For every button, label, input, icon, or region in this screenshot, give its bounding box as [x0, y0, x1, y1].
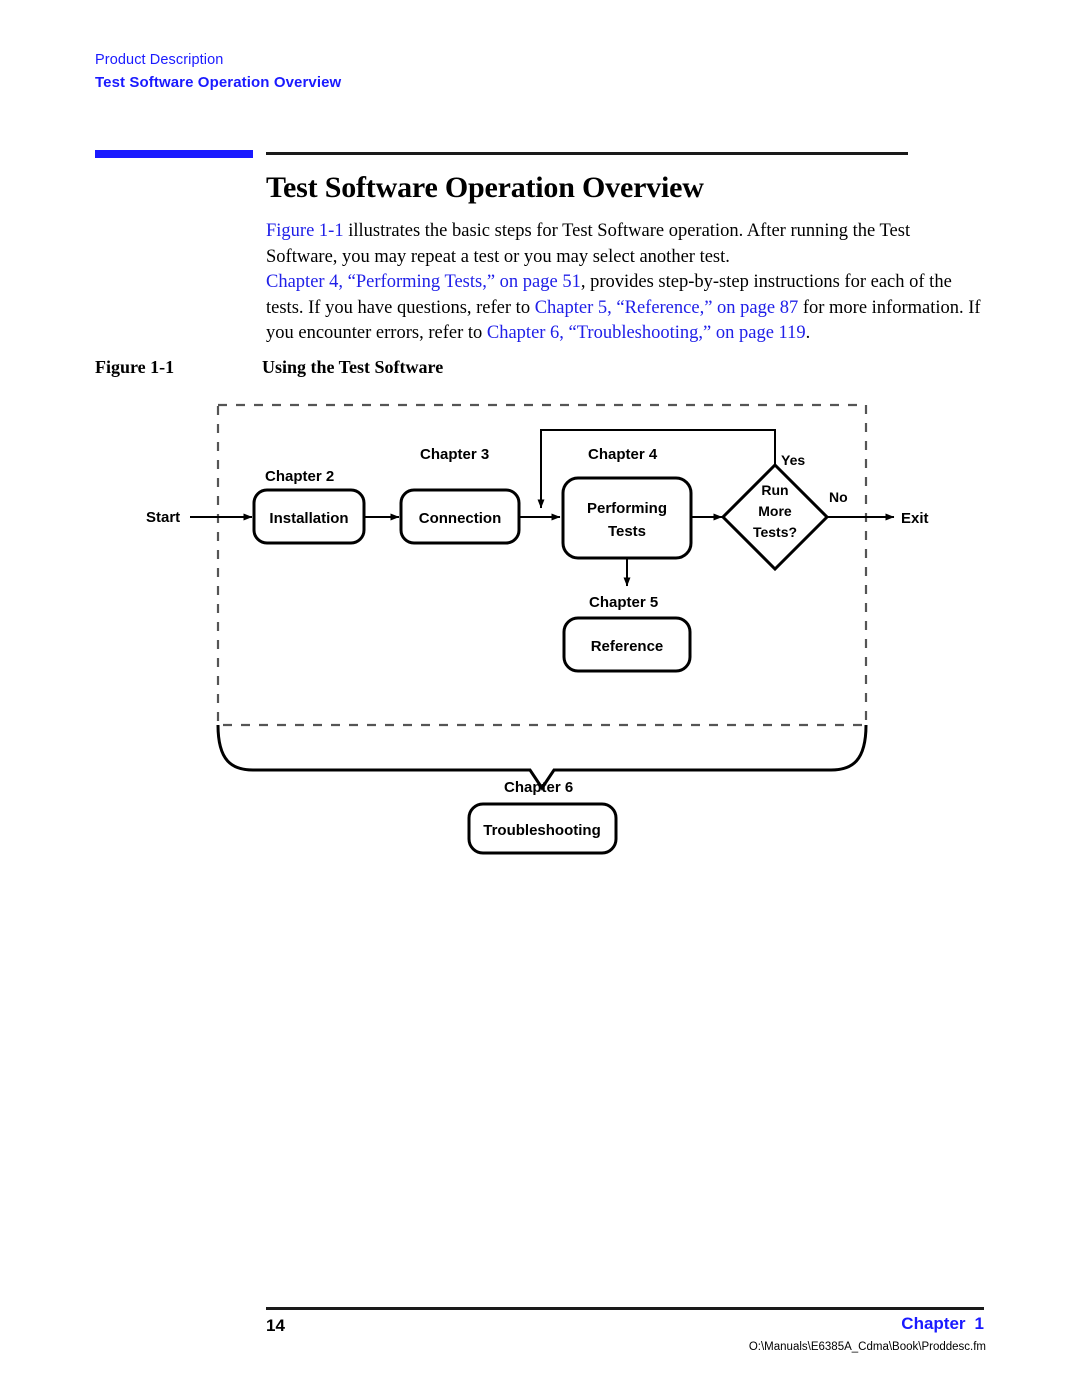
flow-node-performing-tests[interactable] [561, 476, 693, 560]
flow-decision-label-line2: More [758, 503, 792, 519]
flow-label-yes: Yes [781, 452, 805, 468]
figure-number: Figure 1-1 [95, 357, 175, 377]
figure-flowchart: Start Chapter 2 Installation Chapter 3 C… [0, 390, 1080, 870]
flow-node-label-troubleshooting: Troubleshooting [483, 822, 601, 839]
flow-label-start: Start [146, 509, 180, 526]
header-rule-blue [95, 150, 253, 158]
figure-caption-text: Using the Test Software [262, 357, 444, 377]
flow-node-label-connection: Connection [419, 510, 502, 527]
footer-chapter-word: Chapter [901, 1314, 966, 1333]
paragraph-references: Chapter 4, “Performing Tests,” on page 5… [266, 270, 984, 347]
footer-rule [266, 1307, 984, 1310]
xref-chapter-6[interactable]: Chapter 6, “Troubleshooting,” on page 11… [487, 323, 806, 343]
flow-chapter-label-3: Chapter 3 [420, 446, 489, 463]
flow-node-label-installation: Installation [269, 510, 348, 527]
paragraph-intro-text: illustrates the basic steps for Test Sof… [266, 221, 911, 267]
running-header: Product Description Test Software Operat… [95, 50, 915, 94]
paragraph-intro: Figure 1-1 illustrates the basic steps f… [266, 219, 984, 270]
footer-chapter: Chapter 1 [901, 1314, 984, 1334]
flow-chapter-label-5: Chapter 5 [589, 594, 658, 611]
flow-decision-label-line3: Tests? [753, 524, 797, 540]
paragraph-text-3: . [805, 323, 811, 343]
header-section-label: Product Description [95, 52, 224, 68]
footer-chapter-number: 1 [974, 1314, 984, 1333]
footer-page-number: 14 [266, 1316, 285, 1335]
flow-decision-label-line1: Run [761, 482, 788, 498]
page-title: Test Software Operation Overview [266, 171, 704, 204]
flow-label-exit: Exit [901, 510, 929, 527]
xref-figure-1-1[interactable]: Figure 1-1 [266, 221, 344, 241]
figure-caption: Figure 1-1 Using the Test Software [95, 357, 443, 378]
flow-node-label-performing-tests-line2: Tests [608, 523, 646, 540]
flow-label-no: No [829, 489, 848, 505]
xref-chapter-5[interactable]: Chapter 5, “Reference,” on page 87 [535, 298, 799, 318]
flow-chapter-label-2: Chapter 2 [265, 468, 334, 485]
header-topic-label: Test Software Operation Overview [95, 74, 342, 91]
xref-chapter-4[interactable]: Chapter 4, “Performing Tests,” on page 5… [266, 272, 581, 292]
header-rule-black [266, 152, 908, 155]
flow-node-label-performing-tests-line1: Performing [587, 500, 667, 517]
footer-file-path: O:\Manuals\E6385A_Cdma\Book\Proddesc.fm [748, 1341, 986, 1353]
flow-chapter-label-4: Chapter 4 [588, 446, 658, 463]
flow-chapter-label-6: Chapter 6 [504, 779, 573, 796]
flow-node-label-reference: Reference [591, 638, 664, 655]
